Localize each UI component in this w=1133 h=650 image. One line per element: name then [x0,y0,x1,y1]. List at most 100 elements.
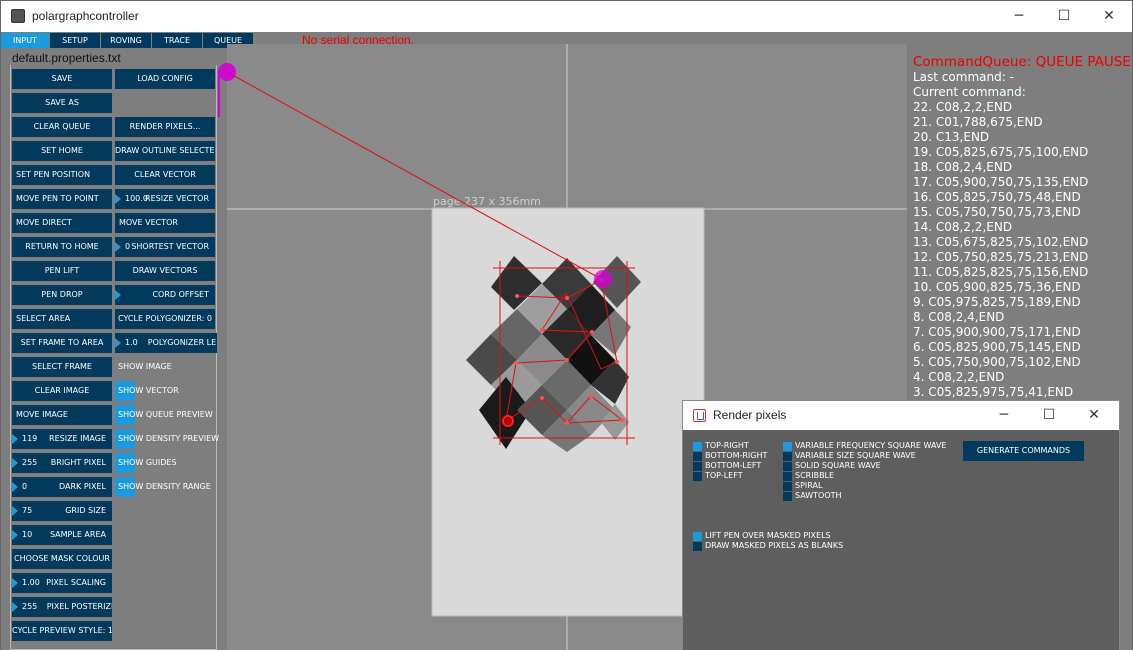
shortest-vector-control[interactable]: 0 SHORTEST VECTOR [115,237,215,257]
draw-outline-selected-button[interactable]: DRAW OUTLINE SELECTED [115,141,215,161]
radio-indicator [783,452,792,461]
render-pixels-button[interactable]: RENDER PIXELS... [115,117,215,137]
title-bar: polargraphcontroller ─ ☐ ✕ [1,1,1132,32]
radio-indicator [693,462,702,471]
corner-option-bottom-left[interactable]: BOTTOM-LEFT [693,461,761,471]
resize-image-control[interactable]: 119 RESIZE IMAGE [12,429,112,449]
pixel-scaling-label: PIXEL SCALING [46,578,106,587]
bright-pixel-control[interactable]: 255 BRIGHT PIXEL [12,453,112,473]
load-config-button[interactable]: LOAD CONFIG [115,69,215,89]
resize-image-label: RESIZE IMAGE [49,434,106,443]
pen-position-marker[interactable] [594,270,612,288]
radio-indicator [693,472,702,481]
set-pen-position-button[interactable]: SET PEN POSITION [12,165,112,185]
style-option-spiral[interactable]: SPIRAL [783,481,822,491]
pen-drop-button[interactable]: PEN DROP [12,285,112,305]
dark-pixel-label: DARK PIXEL [58,482,106,491]
sketch-canvas: INPUT SETUP ROVING TRACE QUEUE No serial… [1,32,1132,650]
dialog-maximize-button[interactable]: ☐ [1026,401,1072,430]
cycle-preview-style-button[interactable]: CYCLE PREVIEW STYLE: 1 [12,621,112,641]
checkbox-indicator [693,542,702,551]
option-label: TOP-LEFT [705,471,743,480]
move-pen-to-point-button[interactable]: MOVE PEN TO POINT [12,189,112,209]
increment-arrow-icon [12,602,18,612]
show-density-range-label: SHOW DENSITY RANGE [118,482,211,491]
show-density-preview-toggle[interactable]: SHOW DENSITY PREVIEW [115,429,219,449]
resize-vector-control[interactable]: 100.0 RESIZE VECTOR [115,189,215,209]
corner-option-bottom-right[interactable]: BOTTOM-RIGHT [693,451,767,461]
sample-area-control[interactable]: 10 SAMPLE AREA [12,525,112,545]
dialog-minimize-button[interactable]: ─ [981,401,1027,430]
set-frame-to-area-button[interactable]: SET FRAME TO AREA [12,333,112,353]
clear-vector-button[interactable]: CLEAR VECTOR [115,165,215,185]
queue-item: 21. C01,788,675,END [913,115,1043,129]
increment-arrow-icon [115,194,121,204]
style-option-variable-size[interactable]: VARIABLE SIZE SQUARE WAVE [783,451,916,461]
select-frame-button[interactable]: SELECT FRAME [12,357,112,377]
pen-lift-button[interactable]: PEN LIFT [12,261,112,281]
return-to-home-button[interactable]: RETURN TO HOME [12,237,112,257]
set-home-button[interactable]: SET HOME [12,141,112,161]
close-button[interactable]: ✕ [1086,1,1132,32]
polygonizer-length-value: 1.0 [125,338,138,347]
checkbox-indicator [693,532,702,541]
grid-size-label: GRID SIZE [65,506,106,515]
show-image-toggle[interactable]: SHOW IMAGE [115,357,172,377]
style-option-variable-frequency[interactable]: VARIABLE FREQUENCY SQUARE WAVE [783,441,946,451]
style-option-sawtooth[interactable]: SAWTOOTH [783,491,842,501]
pixel-posterize-control[interactable]: 255 PIXEL POSTERIZE [12,597,112,617]
clear-queue-button[interactable]: CLEAR QUEUE [12,117,112,137]
move-direct-button[interactable]: MOVE DIRECT [12,213,112,233]
minimize-button[interactable]: ─ [996,1,1042,32]
show-vector-toggle[interactable]: SHOW VECTOR [115,381,179,401]
draw-vectors-button[interactable]: DRAW VECTORS [115,261,215,281]
grid-size-control[interactable]: 75 GRID SIZE [12,501,112,521]
draw-masked-blanks-checkbox[interactable]: DRAW MASKED PIXELS AS BLANKS [693,541,843,551]
style-option-solid-square[interactable]: SOLID SQUARE WAVE [783,461,881,471]
queue-item: 18. C08,2,4,END [913,160,1013,174]
save-button[interactable]: SAVE [12,69,112,89]
save-as-button[interactable]: SAVE AS [12,93,112,113]
clear-image-button[interactable]: CLEAR IMAGE [12,381,112,401]
dialog-close-button[interactable]: ✕ [1071,401,1117,430]
bright-pixel-label: BRIGHT PIXEL [50,458,106,467]
render-pixels-dialog: Render pixels ─ ☐ ✕ TOP-RIGHT BOTTOM-RIG… [682,400,1120,650]
polygonizer-length-control[interactable]: 1.0 POLYGONIZER LENGTH [115,333,217,353]
dark-pixel-control[interactable]: 0 DARK PIXEL [12,477,112,497]
show-density-preview-label: SHOW DENSITY PREVIEW [118,434,220,443]
generate-commands-button[interactable]: GENERATE COMMANDS [963,441,1084,461]
page-label: page 237 x 356mm [433,195,541,208]
queue-item: 13. C05,675,825,75,102,END [913,235,1089,249]
sample-area-value: 10 [22,530,33,539]
corner-option-top-right[interactable]: TOP-RIGHT [693,441,749,451]
dialog-title-bar: Render pixels ─ ☐ ✕ [683,401,1119,430]
corner-option-top-left[interactable]: TOP-LEFT [693,471,743,481]
queue-status[interactable]: CommandQueue: QUEUE PAUSED [913,54,1132,70]
choose-mask-colour-button[interactable]: CHOOSE MASK COLOUR [12,549,112,569]
lift-pen-masked-checkbox[interactable]: LIFT PEN OVER MASKED PIXELS [693,531,831,541]
queue-item: 4. C08,2,2,END [913,370,1005,384]
radio-indicator [783,462,792,471]
cord-offset-control[interactable]: CORD OFFSET [115,285,215,305]
increment-arrow-icon [115,242,121,252]
polygonizer-length-label: POLYGONIZER LENGTH [147,338,217,347]
show-queue-preview-toggle[interactable]: SHOW QUEUE PREVIEW [115,405,213,425]
queue-item: 7. C05,900,900,75,171,END [913,325,1081,339]
move-image-button[interactable]: MOVE IMAGE [12,405,112,425]
pixel-scaling-control[interactable]: 1.00 PIXEL SCALING [12,573,112,593]
select-area-button[interactable]: SELECT AREA [12,309,112,329]
style-option-scribble[interactable]: SCRIBBLE [783,471,834,481]
queue-item: 3. C05,825,975,75,41,END [913,385,1074,399]
radio-indicator [783,442,792,451]
queue-item: 11. C05,825,825,75,156,END [913,265,1089,279]
show-density-range-toggle[interactable]: SHOW DENSITY RANGE [115,477,211,497]
cycle-polygonizer-button[interactable]: CYCLE POLYGONIZER: 0 [115,309,215,329]
maximize-button[interactable]: ☐ [1041,1,1087,32]
queue-item: 9. C05,975,825,75,189,END [913,295,1081,309]
move-vector-button[interactable]: MOVE VECTOR [115,213,215,233]
show-guides-toggle[interactable]: SHOW GUIDES [115,453,177,473]
machine-origin-marker[interactable] [218,63,236,81]
window-title: polargraphcontroller [32,9,139,23]
dialog-title: Render pixels [713,408,787,422]
pixel-posterize-label: PIXEL POSTERIZE [46,602,112,611]
